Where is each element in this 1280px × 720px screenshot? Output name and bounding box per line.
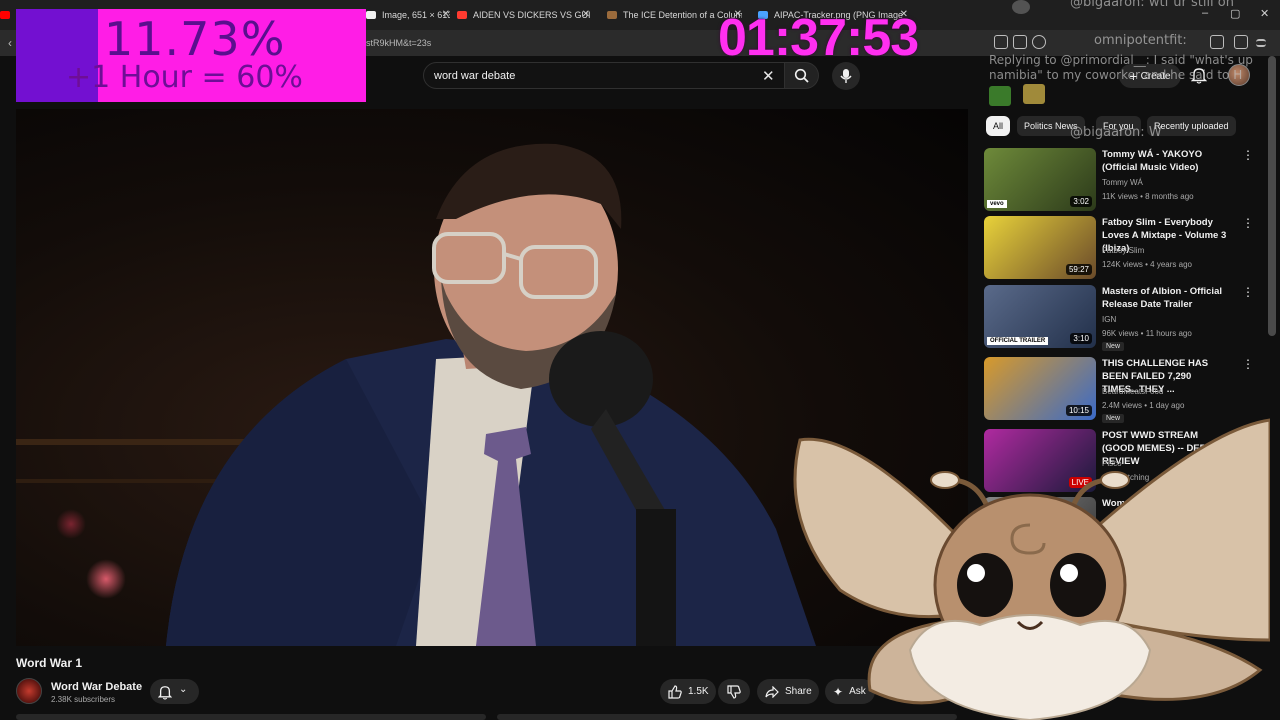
thumbnail-tag: vevo (987, 200, 1007, 208)
microphone-icon (840, 69, 852, 83)
stream-timer: 01:37:53 (718, 9, 919, 67)
channel-name[interactable]: Word War Debate (51, 681, 142, 693)
channel-avatar[interactable] (16, 678, 42, 704)
video-duration: 59:27 (1065, 264, 1092, 275)
browser-tab[interactable]: Image, 651 × 613 ✕ (366, 4, 450, 26)
chat-message: omnipotentfit: (1094, 33, 1187, 48)
clear-search-icon[interactable]: ✕ (762, 67, 775, 85)
bookmark-star-icon[interactable] (1032, 35, 1046, 49)
chat-message: Replying to @primordial__: I said "what'… (989, 53, 1253, 67)
moth-mascot (793, 418, 1270, 720)
recommendation-meta: 2.4M views • 1 day ago (1102, 401, 1185, 410)
browser-tab[interactable] (0, 4, 14, 26)
video-duration: 3:10 (1070, 333, 1092, 344)
video-duration: 3:02 (1070, 196, 1092, 207)
chat-emote (989, 86, 1011, 106)
extension-icon[interactable] (1013, 35, 1027, 49)
chip-all[interactable]: All (986, 116, 1011, 136)
like-button[interactable]: 1.5K (660, 679, 716, 704)
more-options-icon[interactable]: ⋮ (1242, 148, 1254, 162)
chat-emote (1023, 84, 1045, 104)
more-options-icon[interactable]: ⋮ (1242, 357, 1254, 371)
new-badge: New (1102, 342, 1125, 351)
extension-icon[interactable] (994, 35, 1008, 49)
tab-favicon-icon (607, 11, 617, 19)
scrollbar[interactable] (1268, 56, 1276, 336)
back-arrow-icon[interactable]: ‹ (8, 36, 12, 50)
recommendation-title[interactable]: Tommy WÁ - YAKOYO (Official Music Video) (1102, 148, 1232, 174)
thumbnail-tag: OFFICIAL TRAILER (987, 337, 1049, 345)
youtube-favicon-icon (0, 11, 10, 19)
thumbs-down-icon (727, 684, 741, 699)
more-options-icon[interactable]: ⋮ (1242, 216, 1254, 230)
download-icon[interactable] (1234, 35, 1248, 49)
recommendation-channel[interactable]: Tommy WÁ (1102, 178, 1143, 187)
video-thumbnail[interactable]: OFFICIAL TRAILER 3:10 (984, 285, 1096, 348)
search-query: word war debate (434, 70, 516, 82)
goal-percent: 11.73% (104, 12, 286, 66)
tab-favicon-icon (366, 11, 376, 19)
recommendation-item[interactable]: OFFICIAL TRAILER 3:10 Masters of Albion - … (984, 285, 1264, 351)
chat-message: @bigaaron: wtf ur still on (1070, 0, 1234, 10)
tab-label: AIDEN VS DICKERS VS GUILDE (473, 10, 590, 20)
video-thumbnail[interactable]: 59:27 (984, 216, 1096, 279)
thumbs-up-icon (668, 684, 682, 699)
video-title: Word War 1 (16, 656, 83, 670)
recommendation-meta: 11K views • 8 months ago (1102, 192, 1194, 201)
tab-close-icon[interactable]: ✕ (442, 9, 450, 20)
description-box (16, 714, 486, 720)
recommendation-meta: 124K views • 4 years ago (1102, 260, 1192, 269)
recommendation-channel[interactable]: IGN (1102, 315, 1116, 324)
tab-close-icon[interactable]: ✕ (582, 9, 590, 20)
recommendation-channel[interactable]: BeardMeatsFood (1102, 387, 1163, 396)
video-thumbnail[interactable]: vevo 3:02 (984, 148, 1096, 211)
browser-tab[interactable]: AIDEN VS DICKERS VS GUILDE✕ (457, 4, 590, 26)
like-count: 1.5K (688, 686, 709, 697)
close-window-button[interactable]: ✕ (1260, 7, 1269, 20)
url-text[interactable]: stR9kHM&t=23s (366, 38, 431, 48)
bell-icon (158, 686, 172, 700)
chat-message: namibia" to my coworker and he said to H (989, 68, 1243, 82)
recommendation-item[interactable]: 59:27 Fatboy Slim - Everybody Loves A Mix… (984, 216, 1264, 282)
dislike-button[interactable] (718, 679, 750, 704)
share-icon (765, 685, 779, 698)
chat-avatar (1012, 0, 1030, 14)
recommendation-title[interactable]: Masters of Albion - Official Release Dat… (1102, 285, 1232, 311)
goal-bonus-text: +1 Hour = 60% (66, 60, 303, 95)
recommendation-meta: 96K views • 11 hours ago (1102, 329, 1192, 338)
search-icon (794, 68, 809, 83)
recommendation-item[interactable]: vevo 3:02 Tommy WÁ - YAKOYO (Official Musi… (984, 148, 1264, 214)
tab-favicon-icon (457, 11, 467, 19)
subscribed-button[interactable]: ⌄ (150, 679, 199, 704)
tab-label: Image, 651 × 613 (382, 10, 450, 20)
subscriber-count: 2.38K subscribers (51, 695, 116, 704)
chevron-down-icon: ⌄ (179, 684, 188, 695)
extension-icon[interactable] (1210, 35, 1224, 49)
menu-icon[interactable] (1256, 39, 1266, 47)
chat-message: @bigaaron: W (1070, 125, 1162, 140)
more-options-icon[interactable]: ⋮ (1242, 285, 1254, 299)
recommendation-channel[interactable]: Fatboy Slim (1102, 246, 1144, 255)
